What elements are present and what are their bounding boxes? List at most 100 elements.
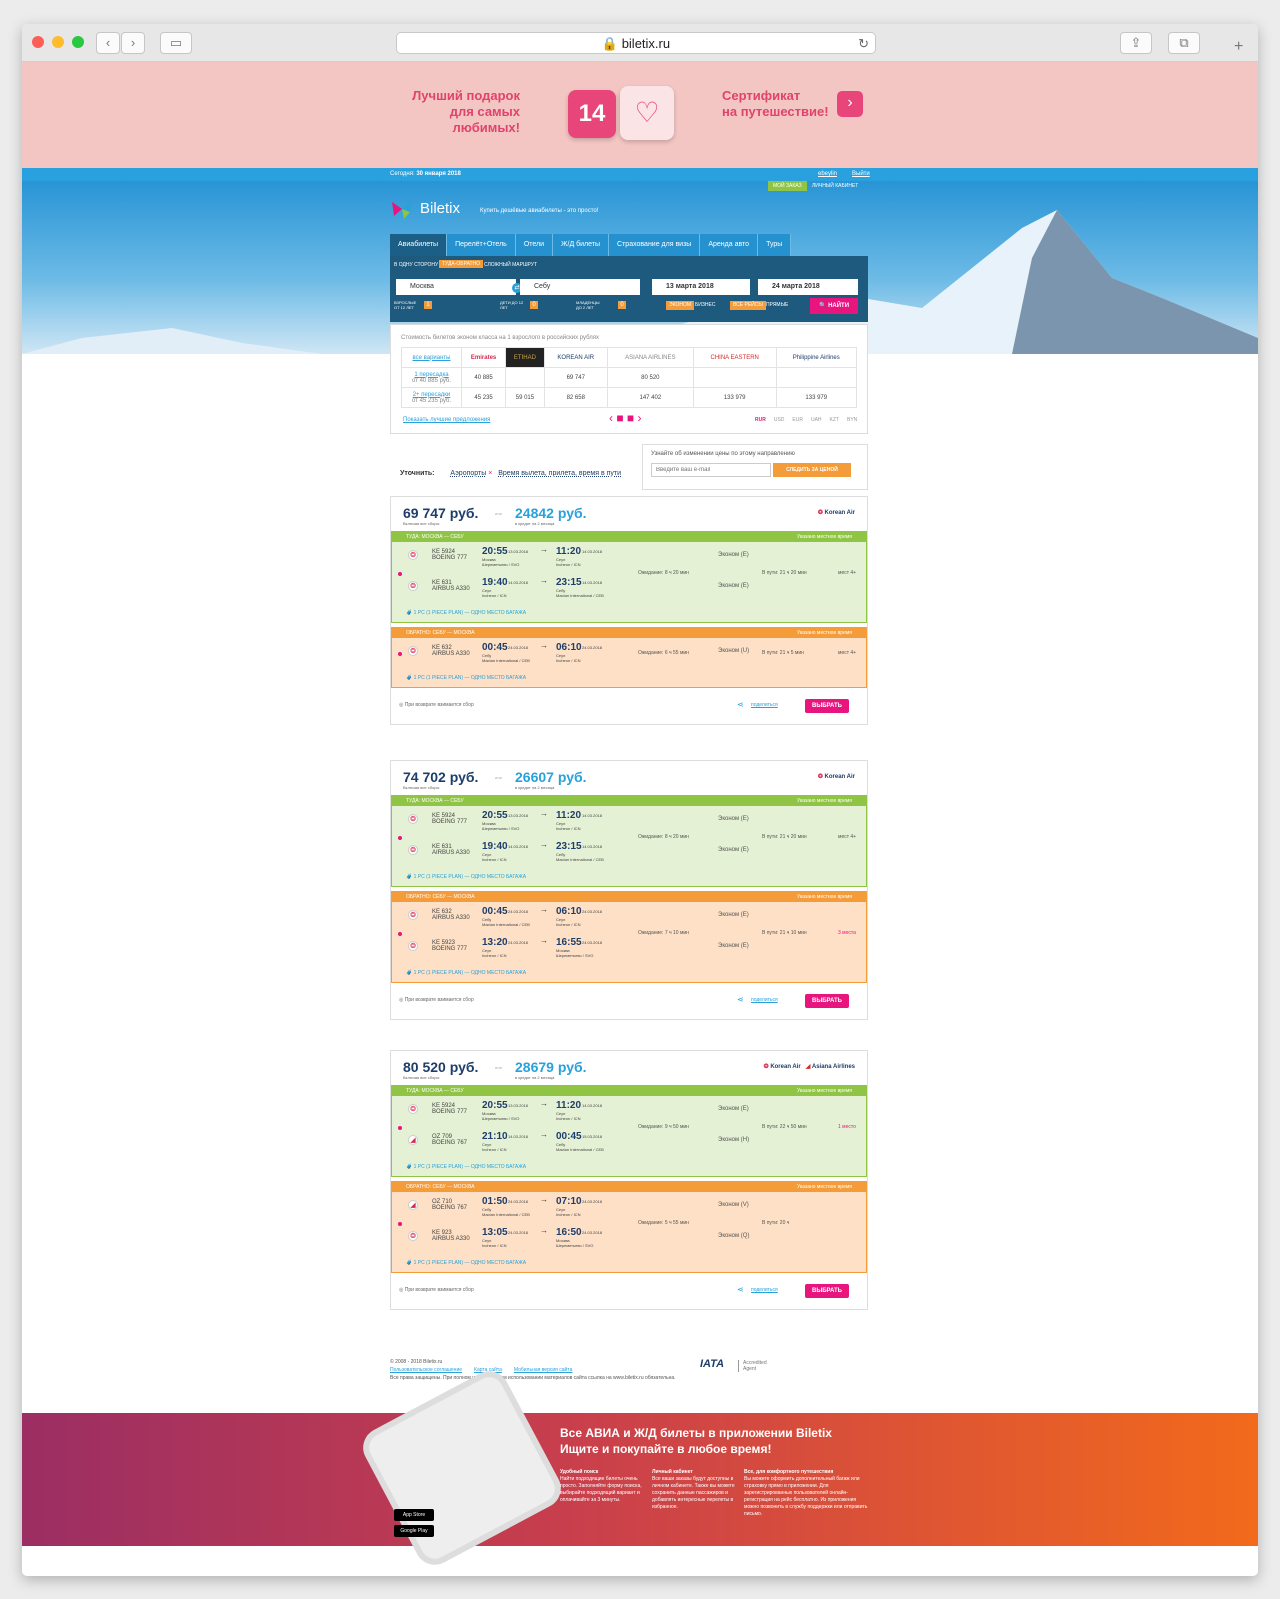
airline-philippine[interactable]: Philippine Airlines [775,347,858,368]
flight-leg[interactable]: ◢ OZ 709 BOEING 767 21:10 14.03.2018 Сеул Inch… [392,1129,866,1155]
airline-china-eastern[interactable]: CHINA EASTERN [692,347,777,368]
matrix-cell[interactable]: 80 520 [606,367,694,388]
from-field[interactable]: Москва [396,279,516,295]
adults-count[interactable]: 1 [424,301,432,309]
matrix-cell[interactable]: 40 885 [460,367,507,388]
share-icon[interactable]: ⋖ [737,700,744,709]
tab-flights[interactable]: Авиабилеты [390,234,448,256]
tabs-icon[interactable]: ⧉ [1168,32,1200,54]
tab-car-rental[interactable]: Аренда авто [700,234,759,256]
reload-icon[interactable]: ↻ [858,33,869,54]
baggage-info[interactable]: 🧳 1 PC (1 PIECE PLAN) — ОДНО МЕСТО БАГАЖ… [406,874,526,880]
sidebar-icon[interactable]: ▭ [160,32,192,54]
airline-emirates[interactable]: Emirates [460,347,507,368]
matrix-row-1-label[interactable]: 1 пересадка от 40 885 руб. [401,367,462,388]
search-button[interactable]: 🔍 НАЙТИ [810,298,858,314]
filter-airports[interactable]: Аэропорты [450,470,486,477]
airline-asiana[interactable]: ASIANA AIRLINES [606,347,694,368]
my-order-button[interactable]: МОЙ ЗАКАЗ [768,181,807,191]
baggage-info[interactable]: 🧳 1 PC (1 PIECE PLAN) — ОДНО МЕСТО БАГАЖ… [406,610,526,616]
share-icon[interactable]: ⋖ [737,995,744,1004]
cabinet-link[interactable]: ЛИЧНЫЙ КАБИНЕТ [812,181,858,191]
google-play-badge[interactable]: Google Play [394,1525,434,1537]
share-link[interactable]: поделиться [751,1287,778,1293]
children-count[interactable]: 0 [530,301,538,309]
return-date-field[interactable]: 24 марта 2018 [758,279,858,295]
currency-byn[interactable]: BYN [847,417,857,423]
currency-kzt[interactable]: KZT [830,417,839,423]
share-link[interactable]: поделиться [751,997,778,1003]
all-flights-toggle[interactable]: ВСЕ РЕЙСЫ [730,301,766,310]
appstore-badge[interactable]: App Store [394,1509,434,1521]
logout-link[interactable]: Выйти [852,168,870,181]
matrix-cell[interactable]: 147 402 [606,387,694,408]
user-link[interactable]: ebeylin [818,168,837,181]
brand-name[interactable]: Biletix [420,200,460,217]
new-tab-icon[interactable]: + [1234,38,1243,56]
to-field[interactable]: Себу [520,279,640,295]
flight-leg[interactable]: ❂ KE 923 AIRBUS A330 13:05 24.03.2018 Сеул Inc… [392,1225,866,1251]
flight-leg[interactable]: ❂ KE 5924 BOEING 777 20:55 13.03.2018 Москва Ш… [392,1098,866,1124]
choose-button[interactable]: ВЫБРАТЬ [805,1284,849,1298]
matrix-all-variants[interactable]: все варианты [401,347,462,368]
matrix-cell[interactable] [505,367,545,388]
filter-remove-icon[interactable]: × [488,470,492,477]
infants-count[interactable]: 0 [618,301,626,309]
promo-banner[interactable]: Лучший подарок для самых любимых! 14 ♡ С… [22,62,1258,168]
matrix-pager-icon[interactable]: ‹ ■ ■ › [609,411,642,425]
banner-next-button[interactable]: › [837,91,863,117]
currency-usd[interactable]: USD [774,417,785,423]
best-offers-link[interactable]: Показать лучшие предложения [403,417,490,423]
baggage-info[interactable]: 🧳 1 PC (1 PIECE PLAN) — ОДНО МЕСТО БАГАЖ… [406,970,526,976]
back-icon[interactable]: ‹ [96,32,120,54]
matrix-cell[interactable]: 45 235 [460,387,507,408]
baggage-info[interactable]: 🧳 1 PC (1 PIECE PLAN) — ОДНО МЕСТО БАГАЖ… [406,1164,526,1170]
matrix-cell[interactable]: 82 658 [543,387,608,408]
mode-complex[interactable]: СЛОЖНЫЙ МАРШРУТ [484,262,537,268]
flight-leg[interactable]: ❂ KE 631 AIRBUS A330 19:40 14.03.2018 Сеул Inc… [392,575,866,601]
matrix-row-2-label[interactable]: 2+ пересадки от 45 235 руб. [401,387,462,408]
zoom-window-button[interactable] [72,36,84,48]
matrix-cell[interactable]: 133 979 [692,387,777,408]
mode-roundtrip[interactable]: ТУДА-ОБРАТНО [439,260,484,268]
share-icon[interactable]: ⇪ [1120,32,1152,54]
flight-leg[interactable]: ❂ KE 632 AIRBUS A330 00:45 24.03.2018 Себу Mac… [392,904,866,930]
tab-flight-hotel[interactable]: Перелёт+Отель [447,234,516,256]
currency-eur[interactable]: EUR [792,417,803,423]
filter-times[interactable]: Время вылета, прилета, время в пути [498,470,621,477]
direct-flights-toggle[interactable]: ПРЯМЫЕ [766,301,788,310]
matrix-cell[interactable] [692,367,777,388]
tab-tours[interactable]: Туры [758,234,792,256]
flight-leg[interactable]: ❂ KE 5924 BOEING 777 20:55 13.03.2018 Москва Ш… [392,808,866,834]
email-field[interactable] [651,463,771,477]
share-icon[interactable]: ⋖ [737,1285,744,1294]
baggage-info[interactable]: 🧳 1 PC (1 PIECE PLAN) — ОДНО МЕСТО БАГАЖ… [406,1260,526,1266]
flight-leg[interactable]: ❂ KE 631 AIRBUS A330 19:40 14.03.2018 Сеул Inc… [392,839,866,865]
airline-korean-air[interactable]: KOREAN AIR [543,347,608,368]
tab-insurance[interactable]: Страхование для визы [609,234,701,256]
track-price-button[interactable]: СЛЕДИТЬ ЗА ЦЕНОЙ [773,463,851,477]
airline-etihad[interactable]: ETIHAD [505,347,545,368]
forward-icon[interactable]: › [121,32,145,54]
matrix-cell[interactable]: 133 979 [775,387,858,408]
footer-link-terms[interactable]: Пользовательское соглашение [390,1366,462,1374]
baggage-info[interactable]: 🧳 1 PC (1 PIECE PLAN) — ОДНО МЕСТО БАГАЖ… [406,675,526,681]
close-window-button[interactable] [32,36,44,48]
tab-rail[interactable]: Ж/Д билеты [553,234,610,256]
choose-button[interactable]: ВЫБРАТЬ [805,994,849,1008]
currency-rur[interactable]: RUR [755,417,766,423]
matrix-cell[interactable] [775,367,858,388]
flight-leg[interactable]: ❂ KE 5923 BOEING 777 13:20 24.03.2018 Сеул Inc… [392,935,866,961]
flight-leg[interactable]: ◢ OZ 710 BOEING 767 01:50 24.03.2018 Себу Mact… [392,1194,866,1220]
minimize-window-button[interactable] [52,36,64,48]
class-economy[interactable]: ЭКОНОМ [666,301,695,310]
mode-oneway[interactable]: В ОДНУ СТОРОНУ [394,262,438,268]
tab-hotels[interactable]: Отели [515,234,554,256]
matrix-cell[interactable]: 59 015 [505,387,545,408]
choose-button[interactable]: ВЫБРАТЬ [805,699,849,713]
matrix-cell[interactable]: 69 747 [543,367,608,388]
share-link[interactable]: поделиться [751,702,778,708]
class-business[interactable]: БИЗНЕС [695,301,715,310]
footer-link-mobile[interactable]: Мобильная версия сайта [514,1366,572,1374]
depart-date-field[interactable]: 13 марта 2018 [652,279,750,295]
